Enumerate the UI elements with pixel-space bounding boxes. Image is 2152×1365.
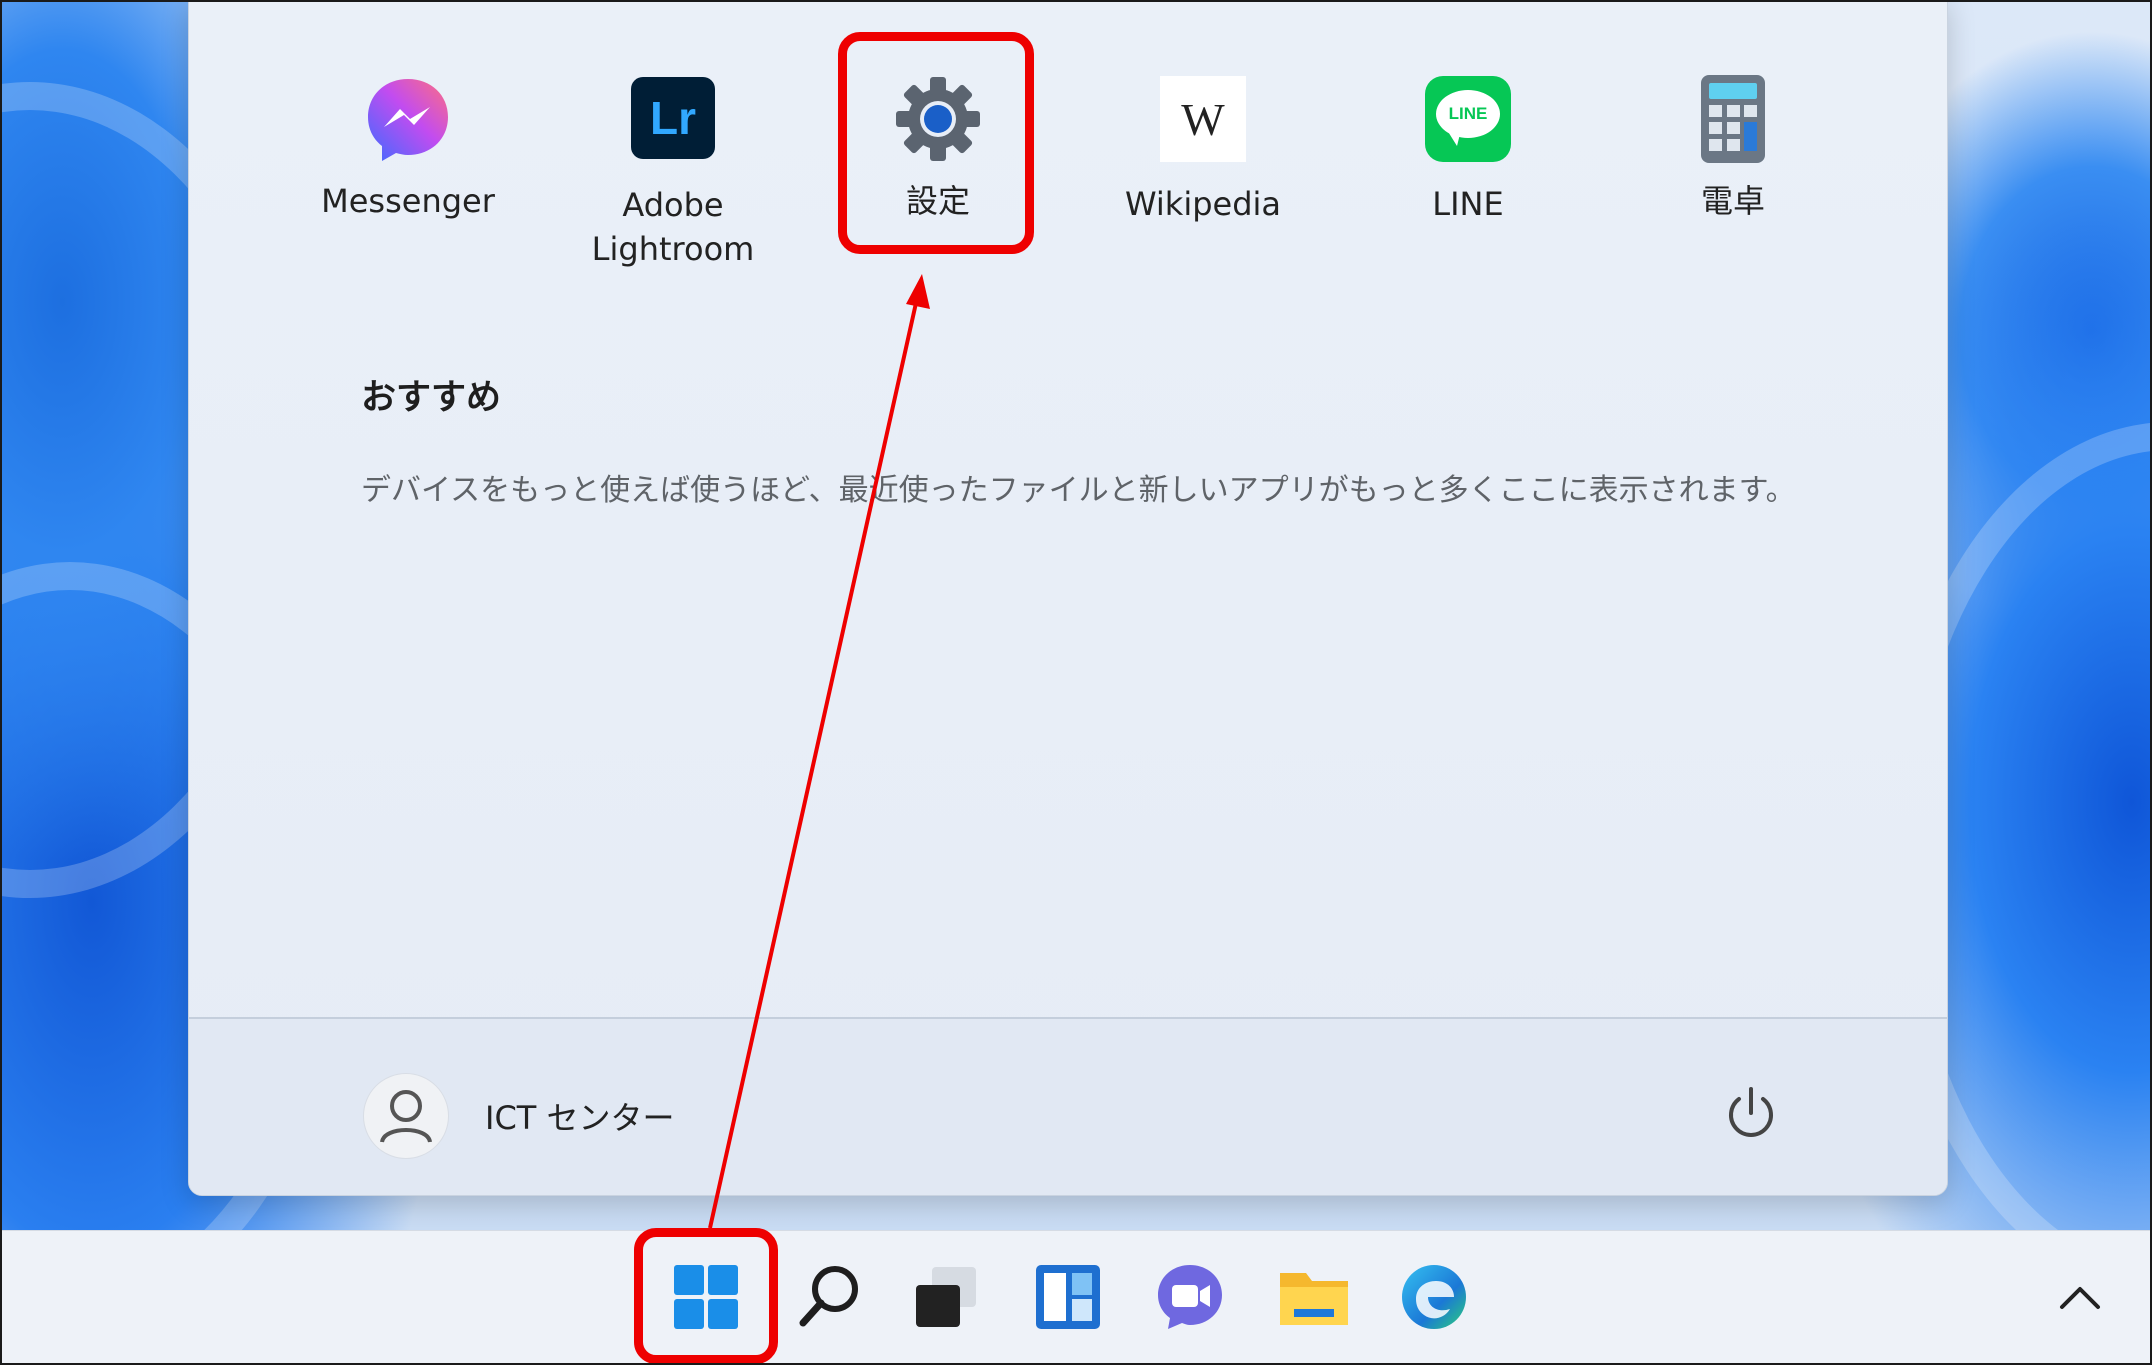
calculator-icon <box>1687 73 1779 165</box>
line-icon: LINE <box>1422 76 1514 168</box>
task-view-icon[interactable] <box>910 1261 982 1333</box>
screenshot-frame: Messenger Lr Adobe Lightroom 設定 W Wikipe… <box>0 0 2152 1365</box>
pinned-app-calculator[interactable]: 電卓 <box>1618 73 1848 223</box>
widgets-icon[interactable] <box>1032 1261 1104 1333</box>
chat-icon[interactable] <box>1154 1261 1226 1333</box>
settings-highlight-box <box>838 32 1034 254</box>
pinned-app-wikipedia[interactable]: W Wikipedia <box>1088 73 1318 226</box>
wikipedia-tile-text: W <box>1181 93 1225 145</box>
recommended-empty-message: デバイスをもっと使えば使うほど、最近使ったファイルと新しいアプリがもっと多くここ… <box>361 473 1796 508</box>
pinned-apps: Messenger Lr Adobe Lightroom 設定 W Wikipe… <box>189 2 1947 297</box>
user-name[interactable]: ICT センター <box>485 1093 675 1139</box>
taskbar <box>2 1230 2150 1363</box>
file-explorer-icon[interactable] <box>1278 1261 1350 1333</box>
app-label: Adobe Lightroom <box>591 186 755 268</box>
power-icon[interactable] <box>1719 1081 1783 1145</box>
app-label: LINE <box>1432 185 1504 223</box>
recommended-heading: おすすめ <box>361 378 502 418</box>
chevron-up-icon[interactable] <box>2052 1271 2108 1327</box>
lightroom-icon: Lr <box>627 77 719 169</box>
line-tile-text: LINE <box>1448 104 1488 123</box>
pinned-app-lightroom[interactable]: Lr Adobe Lightroom <box>558 73 788 271</box>
pinned-app-messenger[interactable]: Messenger <box>293 73 523 223</box>
wikipedia-icon: W <box>1157 76 1249 168</box>
start-menu: Messenger Lr Adobe Lightroom 設定 W Wikipe… <box>188 2 1948 1196</box>
search-icon[interactable] <box>793 1261 865 1333</box>
app-label: Wikipedia <box>1124 185 1282 223</box>
lightroom-tile-text: Lr <box>650 92 696 144</box>
start-button-highlight-box <box>634 1228 778 1363</box>
start-menu-footer: ICT センター <box>189 1017 1947 1195</box>
app-label: Messenger <box>321 182 495 220</box>
pinned-app-line[interactable]: LINE LINE <box>1353 73 1583 226</box>
app-label: 電卓 <box>1700 182 1765 220</box>
edge-icon[interactable] <box>1398 1261 1470 1333</box>
messenger-icon <box>362 73 454 165</box>
user-avatar-icon[interactable] <box>363 1073 449 1159</box>
